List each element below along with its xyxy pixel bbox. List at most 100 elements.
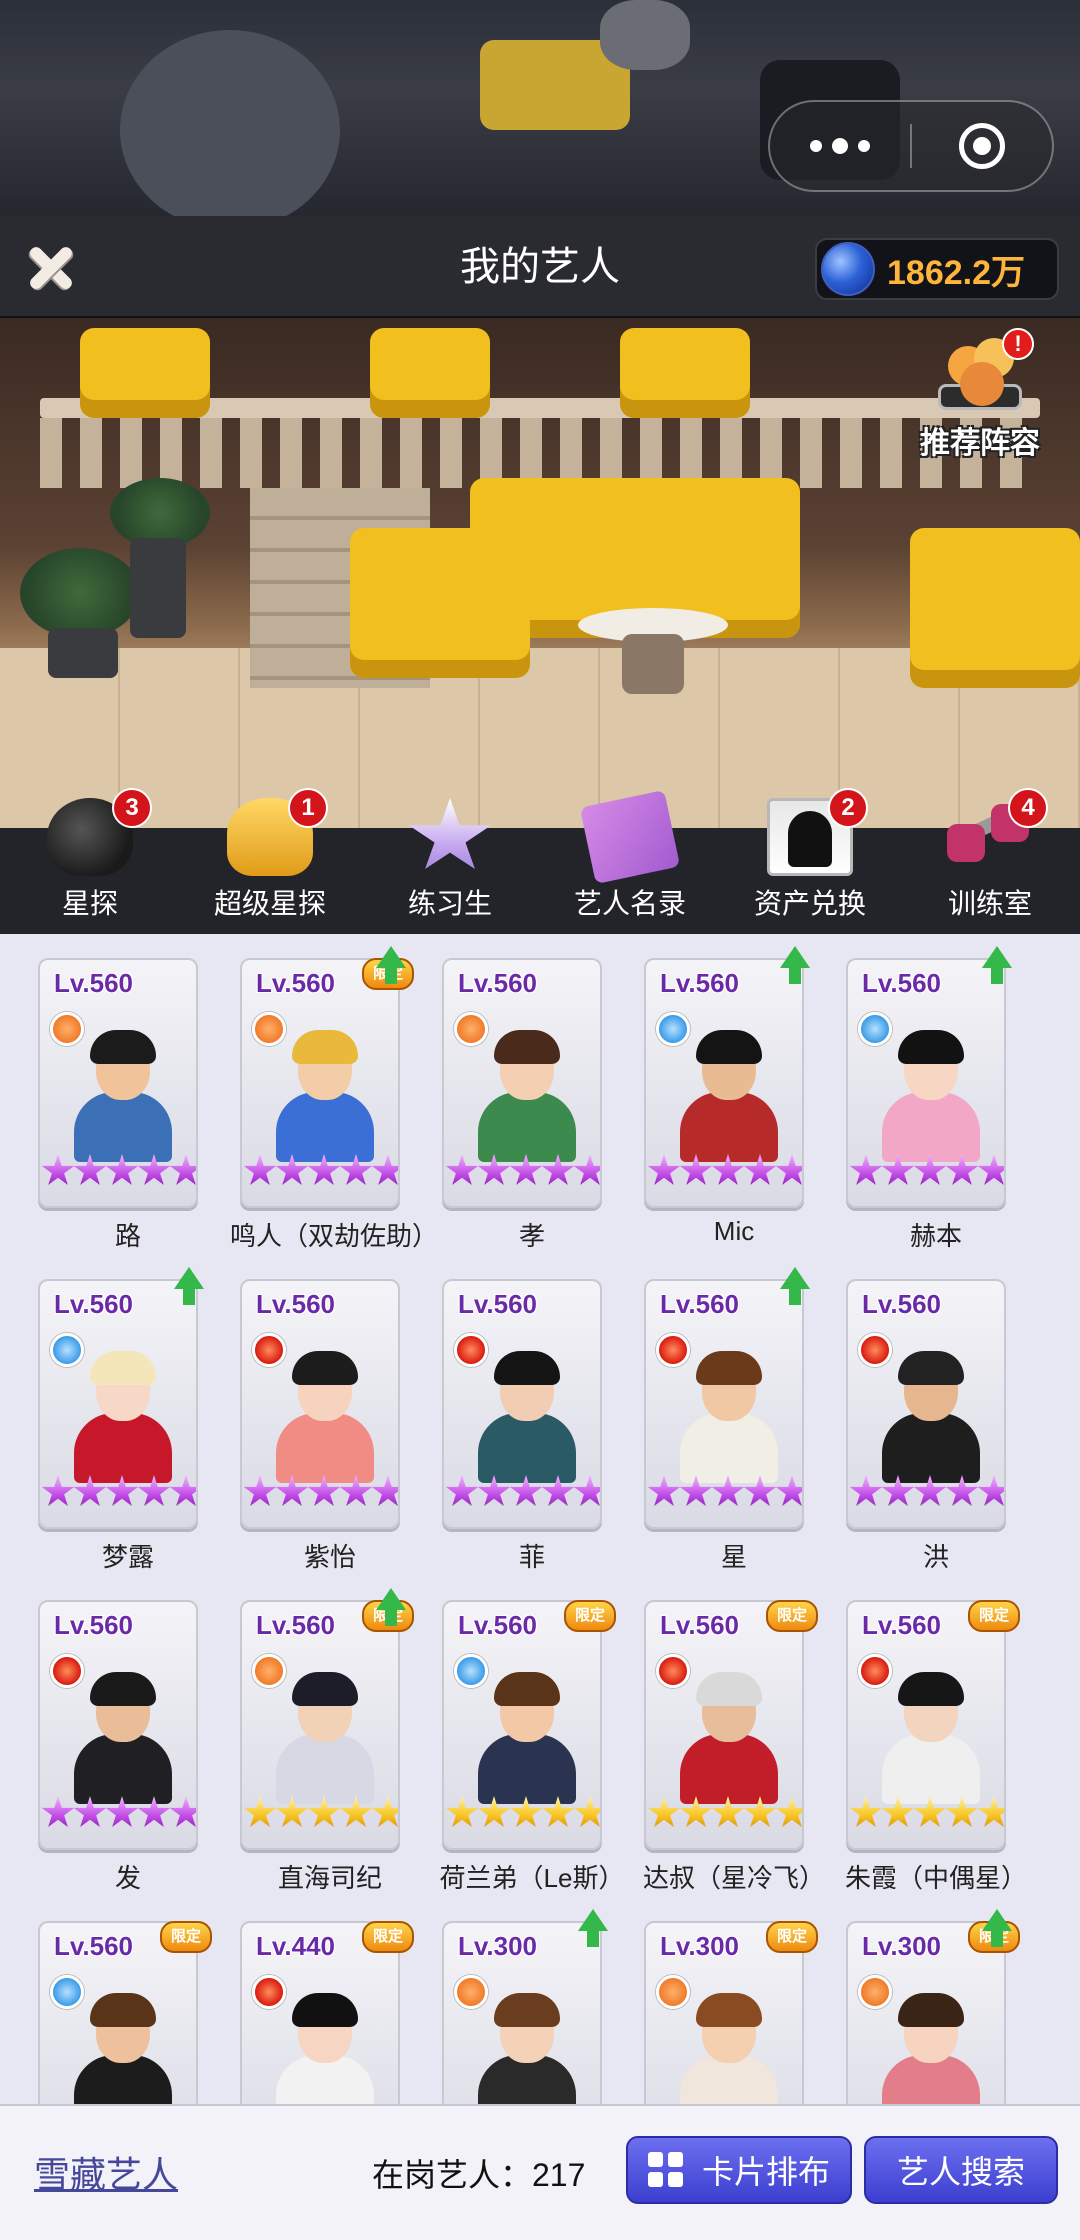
on-duty-count: 在岗艺人：217	[372, 2157, 586, 2193]
artist-card[interactable]: Lv.560 赫本	[836, 958, 1016, 1279]
artist-card[interactable]: Lv.560 紫怡	[230, 1279, 410, 1600]
artist-name: 荷兰弟（Le斯）	[439, 1863, 625, 1893]
artist-level: Lv.560	[862, 1289, 942, 1319]
menu-item-asset-exchange[interactable]: 2 资产兑换	[720, 788, 900, 934]
currency-display[interactable]: 1862.2万	[815, 238, 1059, 300]
artist-card[interactable]: Lv.560 限定 荷兰弟（Le斯）	[432, 1600, 624, 1921]
artist-card[interactable]: Lv.560 限定 鸣人（双劫佐助）	[230, 958, 438, 1279]
upgrade-arrow-icon	[982, 1909, 1012, 1949]
star-icon	[679, 1154, 713, 1185]
star-icon	[711, 1475, 745, 1506]
artist-card-frame: Lv.560	[38, 1279, 198, 1529]
armchair	[350, 528, 530, 678]
menu-item-roster[interactable]: 艺人名录	[540, 789, 720, 934]
artist-portrait	[68, 1030, 178, 1162]
star-icon	[679, 1796, 713, 1827]
artist-portrait	[472, 1351, 582, 1483]
artist-card[interactable]: Lv.300	[432, 1921, 612, 2104]
scene-decoration	[600, 0, 690, 70]
artist-card[interactable]: Lv.560 限定	[28, 1921, 212, 2104]
artist-card[interactable]: Lv.560 星	[634, 1279, 814, 1600]
star-icon	[137, 1475, 171, 1506]
artist-card[interactable]: Lv.300 限定	[634, 1921, 818, 2104]
roster-book-icon	[579, 789, 681, 885]
artist-portrait	[876, 1030, 986, 1162]
star-icon	[881, 1154, 915, 1185]
star-icon	[243, 1475, 277, 1506]
plant-pot	[130, 538, 186, 638]
notification-badge: 1	[288, 788, 328, 828]
menu-item-training-room[interactable]: 4 训练室	[900, 788, 1080, 934]
alert-badge: !	[1002, 328, 1034, 360]
menu-label: 资产兑换	[753, 888, 866, 919]
artist-card[interactable]: Lv.560 发	[28, 1600, 208, 1921]
artist-name: Mic	[713, 1216, 755, 1246]
upgrade-arrow-icon	[376, 1588, 406, 1628]
artist-level: Lv.560	[256, 1289, 336, 1319]
menu-item-super-scout[interactable]: 1 超级星探	[180, 788, 360, 934]
star-icon	[137, 1154, 171, 1185]
artist-card[interactable]: Lv.560 菲	[432, 1279, 612, 1600]
star-icon	[849, 1796, 883, 1827]
card-layout-button[interactable]: 卡片排布	[626, 2136, 852, 2204]
artist-card[interactable]: Lv.300 限定	[836, 1921, 1020, 2104]
star-rating	[445, 1154, 600, 1200]
artist-level: Lv.560	[54, 1931, 134, 1961]
star-icon	[307, 1154, 341, 1185]
artist-card[interactable]: Lv.560 路	[28, 958, 208, 1279]
artist-card[interactable]: Lv.560 限定 直海司纪	[230, 1600, 414, 1921]
artist-portrait	[876, 1993, 986, 2104]
target-icon	[958, 123, 1005, 169]
artist-card[interactable]: Lv.560 限定 朱霞（中偶星）	[836, 1600, 1027, 1921]
artist-card-frame: Lv.560	[240, 958, 400, 1208]
shelved-artists-link[interactable]: 雪藏艺人	[34, 2146, 178, 2198]
upgrade-arrow-icon	[780, 1267, 810, 1307]
artist-card[interactable]: Lv.560 孝	[432, 958, 612, 1279]
star-rating	[445, 1475, 600, 1521]
star-icon	[371, 1796, 398, 1827]
artist-card-frame: Lv.560	[240, 1279, 400, 1529]
close-mini-program-button[interactable]	[912, 102, 1052, 190]
artist-card-frame: Lv.560	[644, 1600, 804, 1850]
star-icon	[881, 1796, 915, 1827]
artist-card[interactable]: Lv.560 限定 达叔（星冷飞）	[634, 1600, 825, 1921]
artist-card[interactable]: Lv.560 Mic	[634, 958, 814, 1279]
artist-search-button[interactable]: 艺人搜索	[864, 2136, 1058, 2204]
artist-portrait	[472, 1993, 582, 2104]
star-icon	[275, 1475, 309, 1506]
star-icon	[509, 1796, 543, 1827]
artist-card[interactable]: Lv.440 限定	[230, 1921, 414, 2104]
artist-name: 梦露	[101, 1542, 154, 1572]
star-icon	[445, 1475, 479, 1506]
menu-item-scout[interactable]: 3 星探	[0, 788, 180, 934]
star-icon	[275, 1154, 309, 1185]
more-menu-button[interactable]	[770, 102, 910, 190]
star-icon	[73, 1475, 107, 1506]
star-icon	[913, 1475, 947, 1506]
star-icon	[371, 1475, 398, 1506]
menu-item-trainee[interactable]: 练习生	[360, 798, 540, 934]
artist-card-frame: Lv.560	[240, 1600, 400, 1850]
recommend-lineup-button[interactable]: ! 推荐阵容	[900, 328, 1060, 462]
star-icon	[743, 1475, 777, 1506]
artist-portrait	[68, 1672, 178, 1804]
upgrade-arrow-icon	[780, 946, 810, 986]
notification-badge: 2	[828, 788, 868, 828]
star-icon	[339, 1154, 373, 1185]
star-rating	[445, 1796, 600, 1842]
star-icon	[977, 1796, 1004, 1827]
artist-card[interactable]: Lv.560 洪	[836, 1279, 1016, 1600]
artist-card-frame: Lv.560	[846, 1279, 1006, 1529]
star-rating	[41, 1154, 196, 1200]
artist-card-frame: Lv.560	[442, 1600, 602, 1850]
star-icon	[541, 1154, 575, 1185]
artist-card[interactable]: Lv.560 梦露	[28, 1279, 208, 1600]
header-bar: 我的艺人 1862.2万	[0, 216, 1080, 318]
star-rating	[647, 1475, 802, 1521]
star-icon	[913, 1796, 947, 1827]
artist-level: Lv.560	[458, 1289, 538, 1319]
star-icon	[743, 1154, 777, 1185]
star-icon	[711, 1154, 745, 1185]
dot-icon	[832, 138, 848, 154]
star-rating	[647, 1796, 802, 1842]
